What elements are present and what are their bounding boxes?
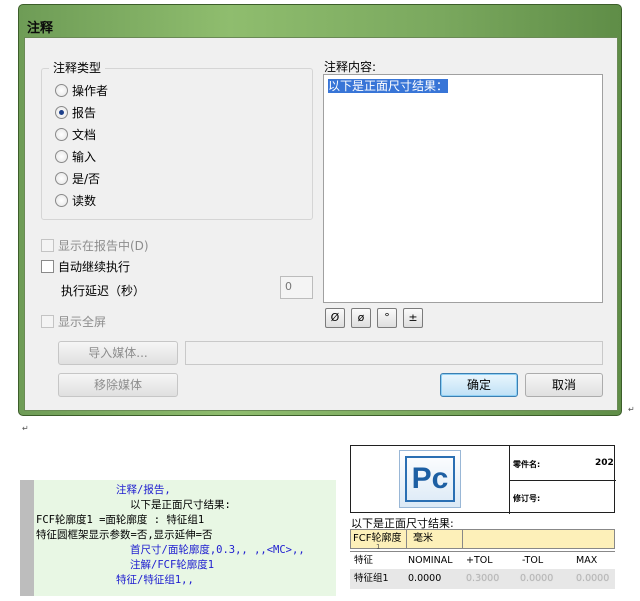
ok-button[interactable]: 确定 — [440, 373, 518, 397]
radio-readout[interactable]: 读数 — [55, 191, 96, 209]
checkbox-icon[interactable] — [41, 314, 54, 328]
radio-label: 报告 — [72, 105, 97, 120]
radio-checked-icon[interactable] — [55, 105, 68, 119]
part-name-label: 零件名: — [513, 460, 541, 469]
code-line: 注释/报告, — [116, 484, 171, 496]
table-cell: 0.0000 — [520, 573, 554, 584]
code-line: FCF轮廓度1 =面轮廓度 : 特征组1 — [36, 514, 205, 526]
radio-document[interactable]: 文档 — [55, 125, 96, 143]
degree-button[interactable]: ° — [377, 308, 397, 328]
dialog-title: 注释 — [27, 21, 54, 36]
table-row: 特征组1 0.0000 0.3000 0.0000 0.0000 — [350, 569, 615, 589]
column-header: 特征 — [354, 555, 374, 566]
code-line: 特征/特征组1,, — [116, 574, 194, 586]
cancel-button[interactable]: 取消 — [525, 373, 603, 397]
fcf-subscript: 1 — [376, 543, 381, 551]
radio-yes-no[interactable]: 是/否 — [55, 169, 100, 187]
column-header: NOMINAL — [408, 555, 453, 566]
code-line: 首尺寸/面轮廓度,0.3,, ,,<MC>,, — [130, 544, 305, 556]
import-media-button[interactable]: 导入媒体... — [58, 341, 178, 365]
radio-icon[interactable] — [55, 193, 68, 207]
checkbox-icon[interactable] — [41, 259, 54, 273]
content-selected-text: 以下是正面尺寸结果： — [328, 79, 449, 93]
table-cell: 特征组1 — [354, 573, 389, 584]
pc-logo: Pc — [405, 456, 455, 502]
radio-operator[interactable]: 操作者 — [55, 81, 108, 99]
radio-report[interactable]: 报告 — [55, 103, 96, 121]
table-cell: 0.0000 — [576, 573, 610, 584]
auto-continue-checkbox[interactable]: 自动继续执行 — [41, 257, 130, 275]
paragraph-mark: ↵ — [22, 424, 29, 433]
checkbox-label: 显示在报告中(D) — [58, 238, 149, 253]
content-label: 注释内容: — [324, 60, 377, 74]
checkbox-icon[interactable] — [41, 238, 54, 252]
plus-minus-button[interactable]: ± — [403, 308, 423, 328]
radio-label: 是/否 — [72, 171, 101, 186]
divider — [509, 480, 616, 481]
checkbox-label: 自动继续执行 — [58, 259, 131, 274]
code-line: 注解/FCF轮廓度1 — [130, 559, 215, 571]
paragraph-mark: ↵ — [628, 405, 635, 414]
radio-icon[interactable] — [55, 171, 68, 185]
radio-icon[interactable] — [55, 127, 68, 141]
logo-box: Pc — [399, 450, 461, 508]
annotation-dialog: 注释 注释类型 操作者 报告 文档 输入 是/否 读数 显示在报告中(D) 自动… — [18, 4, 622, 416]
report-header: Pc 零件名: 202 修订号: — [350, 445, 616, 514]
radio-label: 读数 — [72, 193, 97, 208]
table-cell: 0.3000 — [466, 573, 500, 584]
column-header: -TOL — [522, 555, 544, 566]
table-header: 特征 NOMINAL +TOL -TOL MAX — [350, 551, 615, 569]
annotation-type-label: 注释类型 — [49, 59, 106, 76]
radio-label: 文档 — [72, 127, 97, 142]
radio-label: 输入 — [72, 149, 97, 164]
fullscreen-checkbox[interactable]: 显示全屏 — [41, 312, 106, 330]
remove-media-button[interactable]: 移除媒体 — [58, 373, 178, 397]
program-code-panel: 注释/报告, 以下是正面尺寸结果: FCF轮廓度1 =面轮廓度 : 特征组1 特… — [20, 480, 336, 596]
part-name-value: 202 — [595, 458, 614, 468]
unit-cell: 毫米 — [407, 530, 463, 548]
radio-input[interactable]: 输入 — [55, 147, 96, 165]
delay-input[interactable]: 0 — [280, 276, 313, 299]
dialog-body: 注释类型 操作者 报告 文档 输入 是/否 读数 显示在报告中(D) 自动继续执… — [24, 37, 618, 411]
radio-icon[interactable] — [55, 83, 68, 97]
diameter-button[interactable]: Ø — [325, 308, 345, 328]
fcf-row: FCF轮廓度 毫米 — [350, 529, 615, 549]
code-line: 特征圆框架显示参数=否,显示延伸=否 — [36, 529, 213, 541]
checkbox-label: 显示全屏 — [58, 314, 107, 329]
content-textarea[interactable]: 以下是正面尺寸结果： — [323, 74, 603, 303]
column-header: +TOL — [466, 555, 493, 566]
delay-label: 执行延迟（秒） — [61, 284, 146, 298]
radio-icon[interactable] — [55, 149, 68, 163]
code-line: 以下是正面尺寸结果: — [130, 499, 231, 511]
inspection-report: Pc 零件名: 202 修订号: 以下是正面尺寸结果: FCF轮廓度 毫米 1 … — [350, 445, 616, 595]
media-path-field[interactable] — [185, 341, 603, 365]
table-cell: 0.0000 — [408, 573, 442, 584]
column-header: MAX — [576, 555, 598, 566]
radio-label: 操作者 — [72, 83, 109, 98]
show-in-report-checkbox[interactable]: 显示在报告中(D) — [41, 236, 149, 254]
revision-label: 修订号: — [513, 494, 541, 503]
small-diameter-button[interactable]: ø — [351, 308, 371, 328]
